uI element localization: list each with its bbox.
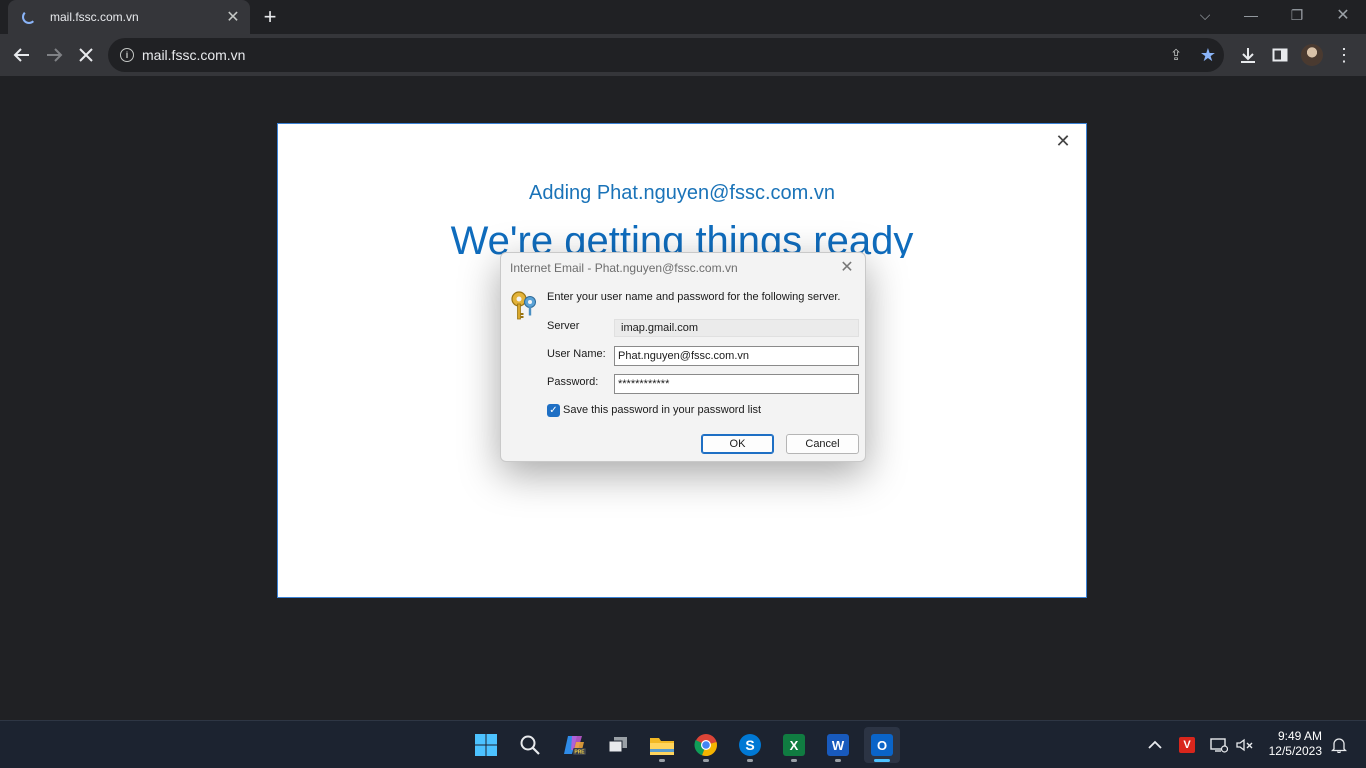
profile-button[interactable] <box>1296 39 1328 71</box>
password-field[interactable]: ************ <box>614 374 859 394</box>
skype-icon: S <box>739 734 761 756</box>
clock-time: 9:49 AM <box>1277 729 1322 743</box>
password-label: Password: <box>547 376 599 388</box>
back-arrow-icon <box>13 48 29 62</box>
svg-text:PRE: PRE <box>574 750 585 756</box>
word-button[interactable]: W <box>820 727 856 763</box>
word-icon: W <box>827 734 849 756</box>
search-icon <box>520 735 540 755</box>
url-text[interactable]: mail.fssc.com.vn <box>142 47 1160 63</box>
excel-button[interactable]: X <box>776 727 812 763</box>
task-view-button[interactable] <box>600 727 636 763</box>
taskbar: PRE S X W O V 9:49 AM 12/5/2023 <box>0 720 1366 768</box>
excel-icon: X <box>783 734 805 756</box>
username-field[interactable]: Phat.nguyen@fssc.com.vn <box>614 346 859 366</box>
active-indicator <box>874 759 890 762</box>
chevron-up-icon <box>1148 740 1162 749</box>
save-password-checkbox[interactable]: ✓ <box>547 404 560 417</box>
vivaldi-icon: V <box>1179 737 1195 753</box>
download-icon <box>1241 48 1255 63</box>
search-button[interactable] <box>512 727 548 763</box>
avatar <box>1301 44 1323 66</box>
tab-strip: mail.fssc.com.vn ✕ + ⌵ — ❐ ✕ <box>0 0 1366 34</box>
address-bar[interactable]: i mail.fssc.com.vn ⇪ ★ <box>108 38 1224 72</box>
running-indicator <box>659 759 665 762</box>
close-tab-icon[interactable]: ✕ <box>222 6 244 28</box>
close-icon[interactable]: ✕ <box>1052 130 1074 152</box>
running-indicator <box>703 759 709 762</box>
site-info-icon[interactable]: i <box>120 48 134 62</box>
server-label: Server <box>547 320 580 332</box>
volume-muted-icon <box>1236 738 1253 752</box>
forward-arrow-icon <box>47 48 63 62</box>
restore-button[interactable]: ❐ <box>1274 0 1320 30</box>
dialog-close-icon[interactable]: ✕ <box>837 257 857 277</box>
forward-button[interactable] <box>38 39 70 71</box>
side-panel-button[interactable] <box>1264 39 1296 71</box>
close-window-button[interactable]: ✕ <box>1320 0 1366 30</box>
outlook-icon: O <box>871 734 893 756</box>
running-indicator <box>747 759 753 762</box>
browser-toolbar: i mail.fssc.com.vn ⇪ ★ ⋮ <box>0 34 1366 76</box>
network-button[interactable] <box>1208 733 1230 757</box>
running-indicator <box>791 759 797 762</box>
loading-spinner-icon <box>22 10 36 24</box>
chrome-icon <box>694 734 717 757</box>
username-label: User Name: <box>547 348 606 360</box>
bell-icon <box>1331 738 1347 753</box>
stop-icon <box>79 48 93 62</box>
save-password-label[interactable]: Save this password in your password list <box>563 404 761 416</box>
dialog-title: Internet Email - Phat.nguyen@fssc.com.vn <box>510 261 738 275</box>
adding-account-text: Adding Phat.nguyen@fssc.com.vn <box>528 182 836 204</box>
notifications-button[interactable] <box>1328 733 1350 757</box>
task-view-icon <box>608 737 627 753</box>
side-panel-icon <box>1272 48 1288 62</box>
copilot-icon: PRE <box>564 736 586 756</box>
browser-tab[interactable]: mail.fssc.com.vn ✕ <box>8 0 250 34</box>
chrome-button[interactable] <box>688 727 724 763</box>
bookmark-star-icon[interactable]: ★ <box>1192 39 1224 71</box>
file-explorer-button[interactable] <box>644 727 680 763</box>
cancel-button[interactable]: Cancel <box>786 434 859 454</box>
server-field: imap.gmail.com <box>614 319 859 337</box>
dialog-prompt: Enter your user name and password for th… <box>547 291 841 303</box>
new-tab-button[interactable]: + <box>258 5 282 29</box>
tab-search-icon[interactable]: ⌵ <box>1182 0 1228 30</box>
tab-title: mail.fssc.com.vn <box>50 10 139 24</box>
clock-date: 12/5/2023 <box>1268 744 1322 758</box>
ok-button[interactable]: OK <box>701 434 774 454</box>
copilot-button[interactable]: PRE <box>556 727 592 763</box>
show-hidden-icons-button[interactable] <box>1144 733 1166 757</box>
keys-icon <box>511 291 536 320</box>
outlook-button[interactable]: O <box>864 727 900 763</box>
network-icon <box>1210 738 1228 753</box>
credentials-dialog: Internet Email - Phat.nguyen@fssc.com.vn… <box>500 252 866 462</box>
folder-icon <box>650 738 674 755</box>
volume-button[interactable] <box>1234 733 1256 757</box>
windows-icon <box>475 734 497 756</box>
menu-button[interactable]: ⋮ <box>1328 39 1360 71</box>
share-icon[interactable]: ⇪ <box>1160 39 1192 71</box>
minimize-button[interactable]: — <box>1228 0 1274 30</box>
running-indicator <box>835 759 841 762</box>
start-button[interactable] <box>468 727 504 763</box>
back-button[interactable] <box>6 39 38 71</box>
downloads-button[interactable] <box>1232 39 1264 71</box>
skype-button[interactable]: S <box>732 727 768 763</box>
clock[interactable]: 9:49 AM 12/5/2023 <box>1269 729 1322 759</box>
vivaldi-tray-button[interactable]: V <box>1176 733 1198 757</box>
stop-loading-button[interactable] <box>70 39 102 71</box>
